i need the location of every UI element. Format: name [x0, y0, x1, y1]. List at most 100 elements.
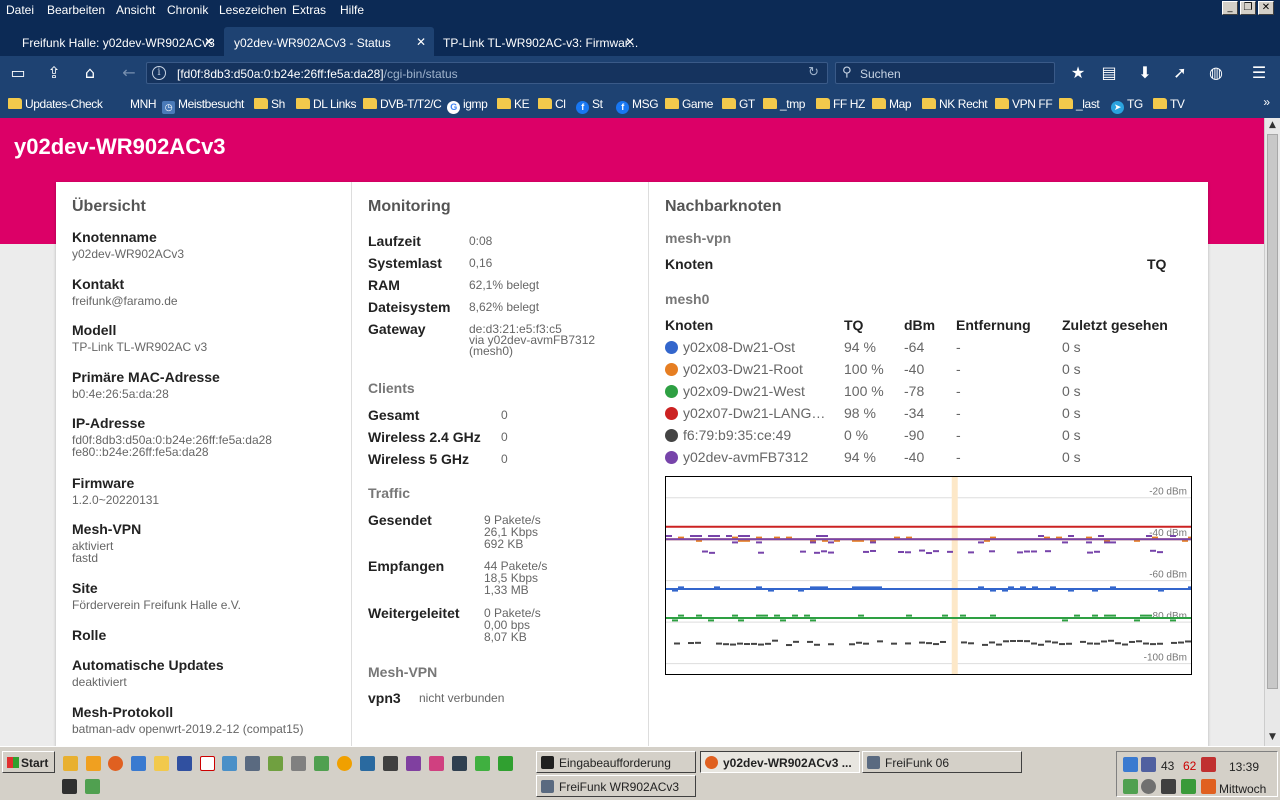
node-link[interactable]: y02x07-Dw21-LANG…	[683, 405, 825, 421]
monitor-tray-icon[interactable]	[1141, 757, 1156, 772]
home-icon[interactable]: ⌂	[80, 64, 100, 82]
bookmark-mnh[interactable]: MNH	[130, 97, 157, 111]
tray-icon[interactable]	[1201, 779, 1216, 794]
close-icon[interactable]: ✕	[204, 35, 214, 49]
bookmark-nk-recht[interactable]: NK Recht	[922, 97, 988, 111]
menu-lesezeichen[interactable]: Lesezeichen	[219, 3, 286, 17]
upload-icon[interactable]: ⇪	[44, 64, 64, 82]
bookmark-igmp[interactable]: Gigmp	[447, 97, 488, 114]
bookmark-tmp[interactable]: _tmp	[763, 97, 805, 111]
menu-extras[interactable]: Extras	[292, 3, 326, 17]
menu-ansicht[interactable]: Ansicht	[116, 3, 155, 17]
bookmark-last[interactable]: _last	[1059, 97, 1100, 111]
close-icon[interactable]: ✕	[1258, 1, 1274, 15]
more-bookmarks-icon[interactable]: »	[1263, 95, 1270, 109]
reload-icon[interactable]: ↻	[808, 65, 819, 80]
node-link[interactable]: y02x08-Dw21-Ost	[683, 339, 795, 355]
node-link[interactable]: y02x03-Dw21-Root	[683, 361, 803, 377]
menu-bearbeiten[interactable]: Bearbeiten	[47, 3, 105, 17]
scroll-thumb[interactable]	[1267, 134, 1278, 689]
minimize-icon[interactable]: _	[1222, 1, 1238, 15]
back-icon[interactable]: ←	[119, 64, 139, 82]
tab-freifunk-halle[interactable]: Freifunk Halle: y02dev-WR902ACv3 ✕	[12, 27, 222, 56]
info-icon[interactable]: i	[152, 66, 166, 80]
node-last-seen: 0 s	[1062, 427, 1081, 443]
quicklaunch-icon[interactable]	[63, 756, 78, 771]
bookmark-gt[interactable]: GT	[722, 97, 755, 111]
scroll-down-icon[interactable]: ▼	[1267, 732, 1278, 742]
menu-chronik[interactable]: Chronik	[167, 3, 208, 17]
bookmark-tv[interactable]: TV	[1153, 97, 1185, 111]
tab-tplink-firmware[interactable]: TP-Link TL-WR902AC-v3: Firmwar... ✕	[433, 27, 643, 56]
bookmark-star-icon[interactable]: ★	[1068, 64, 1088, 82]
bookmark-ff-hz[interactable]: FF HZ	[816, 97, 865, 111]
task-freifunk-06[interactable]: FreiFunk 06	[862, 751, 1022, 773]
bookmark-meistbesucht[interactable]: ◷ Meistbesucht	[162, 97, 244, 114]
quicklaunch-icon[interactable]	[131, 756, 146, 771]
quicklaunch-icon[interactable]	[291, 756, 306, 771]
scroll-up-icon[interactable]: ▲	[1267, 120, 1278, 130]
task-freifunk-wr902[interactable]: FreiFunk WR902ACv3	[536, 775, 696, 797]
bookmark-sh[interactable]: Sh	[254, 97, 285, 111]
tray-icon[interactable]	[1141, 779, 1156, 794]
chip-icon[interactable]	[383, 756, 398, 771]
quicklaunch-icon[interactable]	[337, 756, 352, 771]
console-icon[interactable]	[62, 779, 77, 794]
quicklaunch-icon[interactable]	[85, 779, 100, 794]
folder-icon[interactable]	[154, 756, 169, 771]
download-icon[interactable]: ⬇	[1135, 64, 1155, 82]
url-bar[interactable]: i [fd0f:8db3:d50a:0:b24e:26ff:fe5a:da28]…	[146, 62, 828, 84]
close-icon[interactable]: ✕	[625, 35, 635, 49]
bookmark-game[interactable]: Game	[665, 97, 713, 111]
bookmark-dvb[interactable]: DVB-T/T2/C	[363, 97, 442, 111]
volume-icon[interactable]	[1201, 757, 1216, 772]
quicklaunch-icon[interactable]	[200, 756, 215, 771]
start-button[interactable]: Start	[2, 751, 55, 773]
menu-datei[interactable]: Datei	[6, 3, 34, 17]
tray-icon[interactable]	[1161, 779, 1176, 794]
bookmark-updates-check[interactable]: Updates-Check	[8, 97, 103, 111]
bookmark-cl[interactable]: Cl	[538, 97, 566, 111]
send-icon[interactable]: ➚	[1170, 64, 1190, 82]
bookmark-map[interactable]: Map	[872, 97, 912, 111]
quicklaunch-icon[interactable]	[268, 756, 283, 771]
library-icon[interactable]: ▤	[1099, 64, 1119, 82]
restore-icon[interactable]: ❐	[1240, 1, 1256, 15]
hamburger-menu-icon[interactable]: ☰	[1249, 64, 1269, 82]
globe-icon[interactable]: ◍	[1206, 64, 1226, 82]
quicklaunch-icon[interactable]	[314, 756, 329, 771]
bookmark-vpn-ff[interactable]: VPN FF	[995, 97, 1053, 111]
save-icon[interactable]	[177, 756, 192, 771]
network-tray-icon[interactable]	[1123, 757, 1138, 772]
clock-time[interactable]: 13:39	[1229, 760, 1259, 774]
firefox-icon[interactable]	[108, 756, 123, 771]
node-color-dot	[665, 363, 678, 376]
bookmark-tg[interactable]: ➤ TG	[1111, 97, 1143, 114]
page-scrollbar[interactable]: ▲ ▼	[1264, 118, 1280, 746]
task-browser[interactable]: y02dev-WR902ACv3 ...	[700, 751, 860, 773]
quicklaunch-icon[interactable]	[360, 756, 375, 771]
tray-icon[interactable]	[1123, 779, 1138, 794]
window-icon[interactable]: ▭	[8, 64, 28, 82]
bookmark-dl-links[interactable]: DL Links	[296, 97, 356, 111]
quicklaunch-icon[interactable]	[222, 756, 237, 771]
bookmark-msg[interactable]: f MSG	[616, 97, 659, 114]
quicklaunch-icon[interactable]	[406, 756, 421, 771]
node-link[interactable]: y02x09-Dw21-West	[683, 383, 805, 399]
quicklaunch-icon[interactable]	[452, 756, 467, 771]
close-icon[interactable]: ✕	[416, 35, 426, 49]
tab-status[interactable]: y02dev-WR902ACv3 - Status ✕	[224, 27, 434, 56]
quicklaunch-icon[interactable]	[86, 756, 101, 771]
arrow-icon[interactable]	[498, 756, 513, 771]
node-link[interactable]: y02dev-avmFB7312	[683, 449, 808, 465]
quicklaunch-icon[interactable]	[475, 756, 490, 771]
vpn3-label: vpn3	[368, 690, 401, 706]
search-input[interactable]: ⚲ Suchen	[835, 62, 1055, 84]
menu-hilfe[interactable]: Hilfe	[340, 3, 364, 17]
task-eingabeaufforderung[interactable]: Eingabeaufforderung	[536, 751, 696, 773]
quicklaunch-icon[interactable]	[429, 756, 444, 771]
network-icon[interactable]	[245, 756, 260, 771]
bookmark-ke[interactable]: KE	[497, 97, 530, 111]
bookmark-st[interactable]: f St	[576, 97, 603, 114]
tray-icon[interactable]	[1181, 779, 1196, 794]
